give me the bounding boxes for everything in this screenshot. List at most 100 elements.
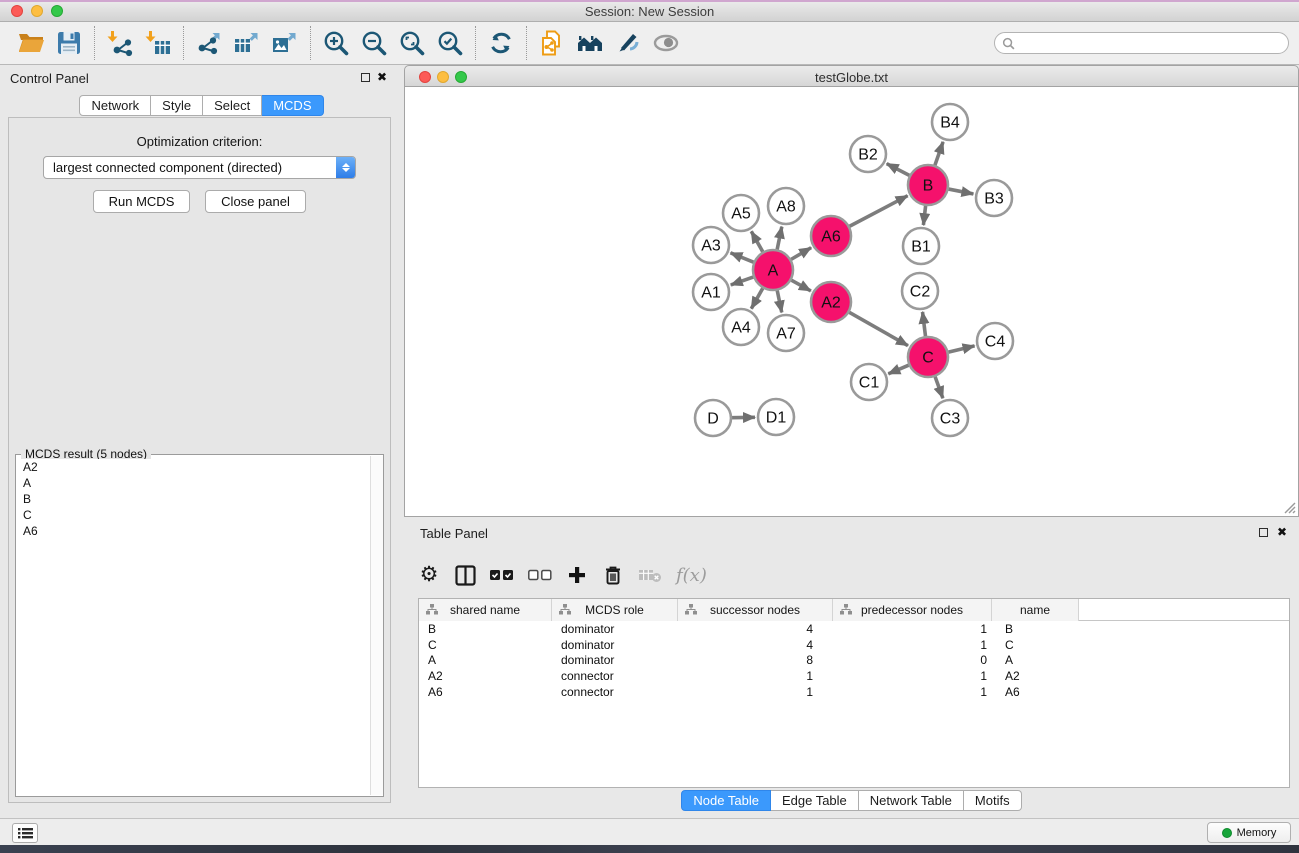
resize-grip-icon[interactable] [1282, 500, 1296, 514]
graph-node-C2[interactable]: C2 [902, 273, 938, 309]
import-network-button[interactable] [103, 26, 137, 60]
tab-network[interactable]: Network [79, 95, 151, 116]
table-options-button[interactable]: ⚙ [418, 562, 440, 588]
graph-edge-C-C2[interactable] [923, 312, 926, 336]
graph-node-C4[interactable]: C4 [977, 323, 1013, 359]
graph-edge-A-A8[interactable] [777, 227, 782, 250]
graph-edge-B-B3[interactable] [949, 189, 974, 194]
export-network-button[interactable] [192, 26, 226, 60]
tab-node-table[interactable]: Node Table [681, 790, 771, 811]
search-input[interactable] [1015, 34, 1288, 52]
table-row-b[interactable]: Bdominator41B [419, 621, 1289, 637]
tab-edge-table[interactable]: Edge Table [771, 790, 859, 811]
mcds-list-scrollbar[interactable] [370, 456, 383, 795]
close-panel-icon[interactable]: ✖ [1277, 525, 1287, 539]
mcds-result-item[interactable]: A2 [17, 459, 369, 475]
graph-edge-A-A6[interactable] [791, 248, 811, 260]
criterion-select[interactable]: largest connected component (directed) [43, 156, 356, 179]
graph-edge-A-A7[interactable] [777, 291, 782, 313]
graph-edge-A-A1[interactable] [731, 277, 753, 285]
zoom-out-button[interactable] [357, 26, 391, 60]
function-builder-button[interactable]: f(x) [676, 562, 707, 588]
graph-node-C1[interactable]: C1 [851, 364, 887, 400]
table-row-c[interactable]: Cdominator41C [419, 637, 1289, 653]
graph-node-A4[interactable]: A4 [723, 309, 759, 345]
graph-edge-A-A5[interactable] [751, 231, 762, 251]
graph-edge-A-A2[interactable] [791, 280, 810, 291]
table-row-a2[interactable]: A2connector11A2 [419, 668, 1289, 684]
open-session-button[interactable] [14, 26, 48, 60]
column-header-mcds-role[interactable]: MCDS role [552, 599, 678, 621]
graph-node-B[interactable]: B [908, 165, 948, 205]
delete-table-button[interactable] [638, 562, 662, 588]
graph-edge-A6-B[interactable] [850, 196, 908, 227]
table-row-a6[interactable]: A6connector11A6 [419, 684, 1289, 700]
search-field[interactable] [994, 32, 1289, 54]
graph-node-B2[interactable]: B2 [850, 136, 886, 172]
graph-node-A3[interactable]: A3 [693, 227, 729, 263]
tab-select[interactable]: Select [203, 95, 262, 116]
graph-node-A7[interactable]: A7 [768, 315, 804, 351]
save-session-button[interactable] [52, 26, 86, 60]
close-panel-button[interactable]: Close panel [205, 190, 306, 213]
show-columns-button[interactable] [454, 562, 476, 588]
graph-edge-B-B1[interactable] [923, 206, 925, 225]
select-all-button[interactable] [490, 562, 514, 588]
tab-motifs[interactable]: Motifs [964, 790, 1022, 811]
duplicate-network-button[interactable] [535, 26, 569, 60]
memory-status-button[interactable]: Memory [1207, 822, 1291, 843]
task-history-button[interactable] [12, 823, 38, 843]
table-row-a[interactable]: Adominator80A [419, 653, 1289, 669]
first-neighbors-button[interactable] [573, 26, 607, 60]
graph-node-A[interactable]: A [753, 250, 793, 290]
show-hide-details-button[interactable] [611, 26, 645, 60]
graph-node-B4[interactable]: B4 [932, 104, 968, 140]
tab-network-table[interactable]: Network Table [859, 790, 964, 811]
graph-edge-C-C4[interactable] [948, 346, 974, 352]
graph-edge-A2-C[interactable] [849, 312, 908, 345]
mcds-result-item[interactable]: A6 [17, 523, 369, 539]
zoom-in-button[interactable] [319, 26, 353, 60]
graph-node-A1[interactable]: A1 [693, 274, 729, 310]
column-header-successor-nodes[interactable]: successor nodes [678, 599, 833, 621]
graph-edge-A-A3[interactable] [730, 253, 753, 262]
birdseye-view-button[interactable] [649, 26, 683, 60]
refresh-button[interactable] [484, 26, 518, 60]
graph-node-D[interactable]: D [695, 400, 731, 436]
mcds-result-item[interactable]: B [17, 491, 369, 507]
float-panel-icon[interactable] [361, 73, 370, 82]
graph-node-D1[interactable]: D1 [758, 399, 794, 435]
graph-node-A2[interactable]: A2 [811, 282, 851, 322]
tab-style[interactable]: Style [151, 95, 203, 116]
export-table-button[interactable] [230, 26, 264, 60]
mcds-result-item[interactable]: A [17, 475, 369, 491]
deselect-all-button[interactable] [528, 562, 552, 588]
close-panel-icon[interactable]: ✖ [377, 70, 387, 84]
graph-node-C3[interactable]: C3 [932, 400, 968, 436]
import-table-button[interactable] [141, 26, 175, 60]
zoom-fit-button[interactable] [395, 26, 429, 60]
graph-edge-C-C3[interactable] [935, 377, 943, 398]
run-mcds-button[interactable]: Run MCDS [93, 190, 190, 213]
graph-node-A6[interactable]: A6 [811, 216, 851, 256]
graph-node-B1[interactable]: B1 [903, 228, 939, 264]
graph-node-C[interactable]: C [908, 337, 948, 377]
mcds-result-item[interactable]: C [17, 507, 369, 523]
add-column-button[interactable] [566, 562, 588, 588]
tab-mcds[interactable]: MCDS [262, 95, 323, 116]
graph-node-A5[interactable]: A5 [723, 195, 759, 231]
graph-edge-B-B4[interactable] [935, 142, 943, 165]
column-header-shared-name[interactable]: shared name [419, 599, 552, 621]
float-panel-icon[interactable] [1259, 528, 1268, 537]
zoom-selected-button[interactable] [433, 26, 467, 60]
graph-edge-A-A4[interactable] [751, 288, 762, 308]
graph-edge-C-C1[interactable] [888, 365, 908, 374]
export-image-button[interactable] [268, 26, 302, 60]
graph-node-B3[interactable]: B3 [976, 180, 1012, 216]
column-header-name[interactable]: name [992, 599, 1079, 621]
delete-button[interactable] [602, 562, 624, 588]
column-header-predecessor-nodes[interactable]: predecessor nodes [833, 599, 992, 621]
graph-edge-B-B2[interactable] [887, 164, 910, 176]
graph-node-A8[interactable]: A8 [768, 188, 804, 224]
network-canvas[interactable]: B4 B2 B B3 A8A5 A6 A3 B1 A C2 A1 A2 A4A7 C4 C C1 D D1 C3 [404, 87, 1299, 517]
